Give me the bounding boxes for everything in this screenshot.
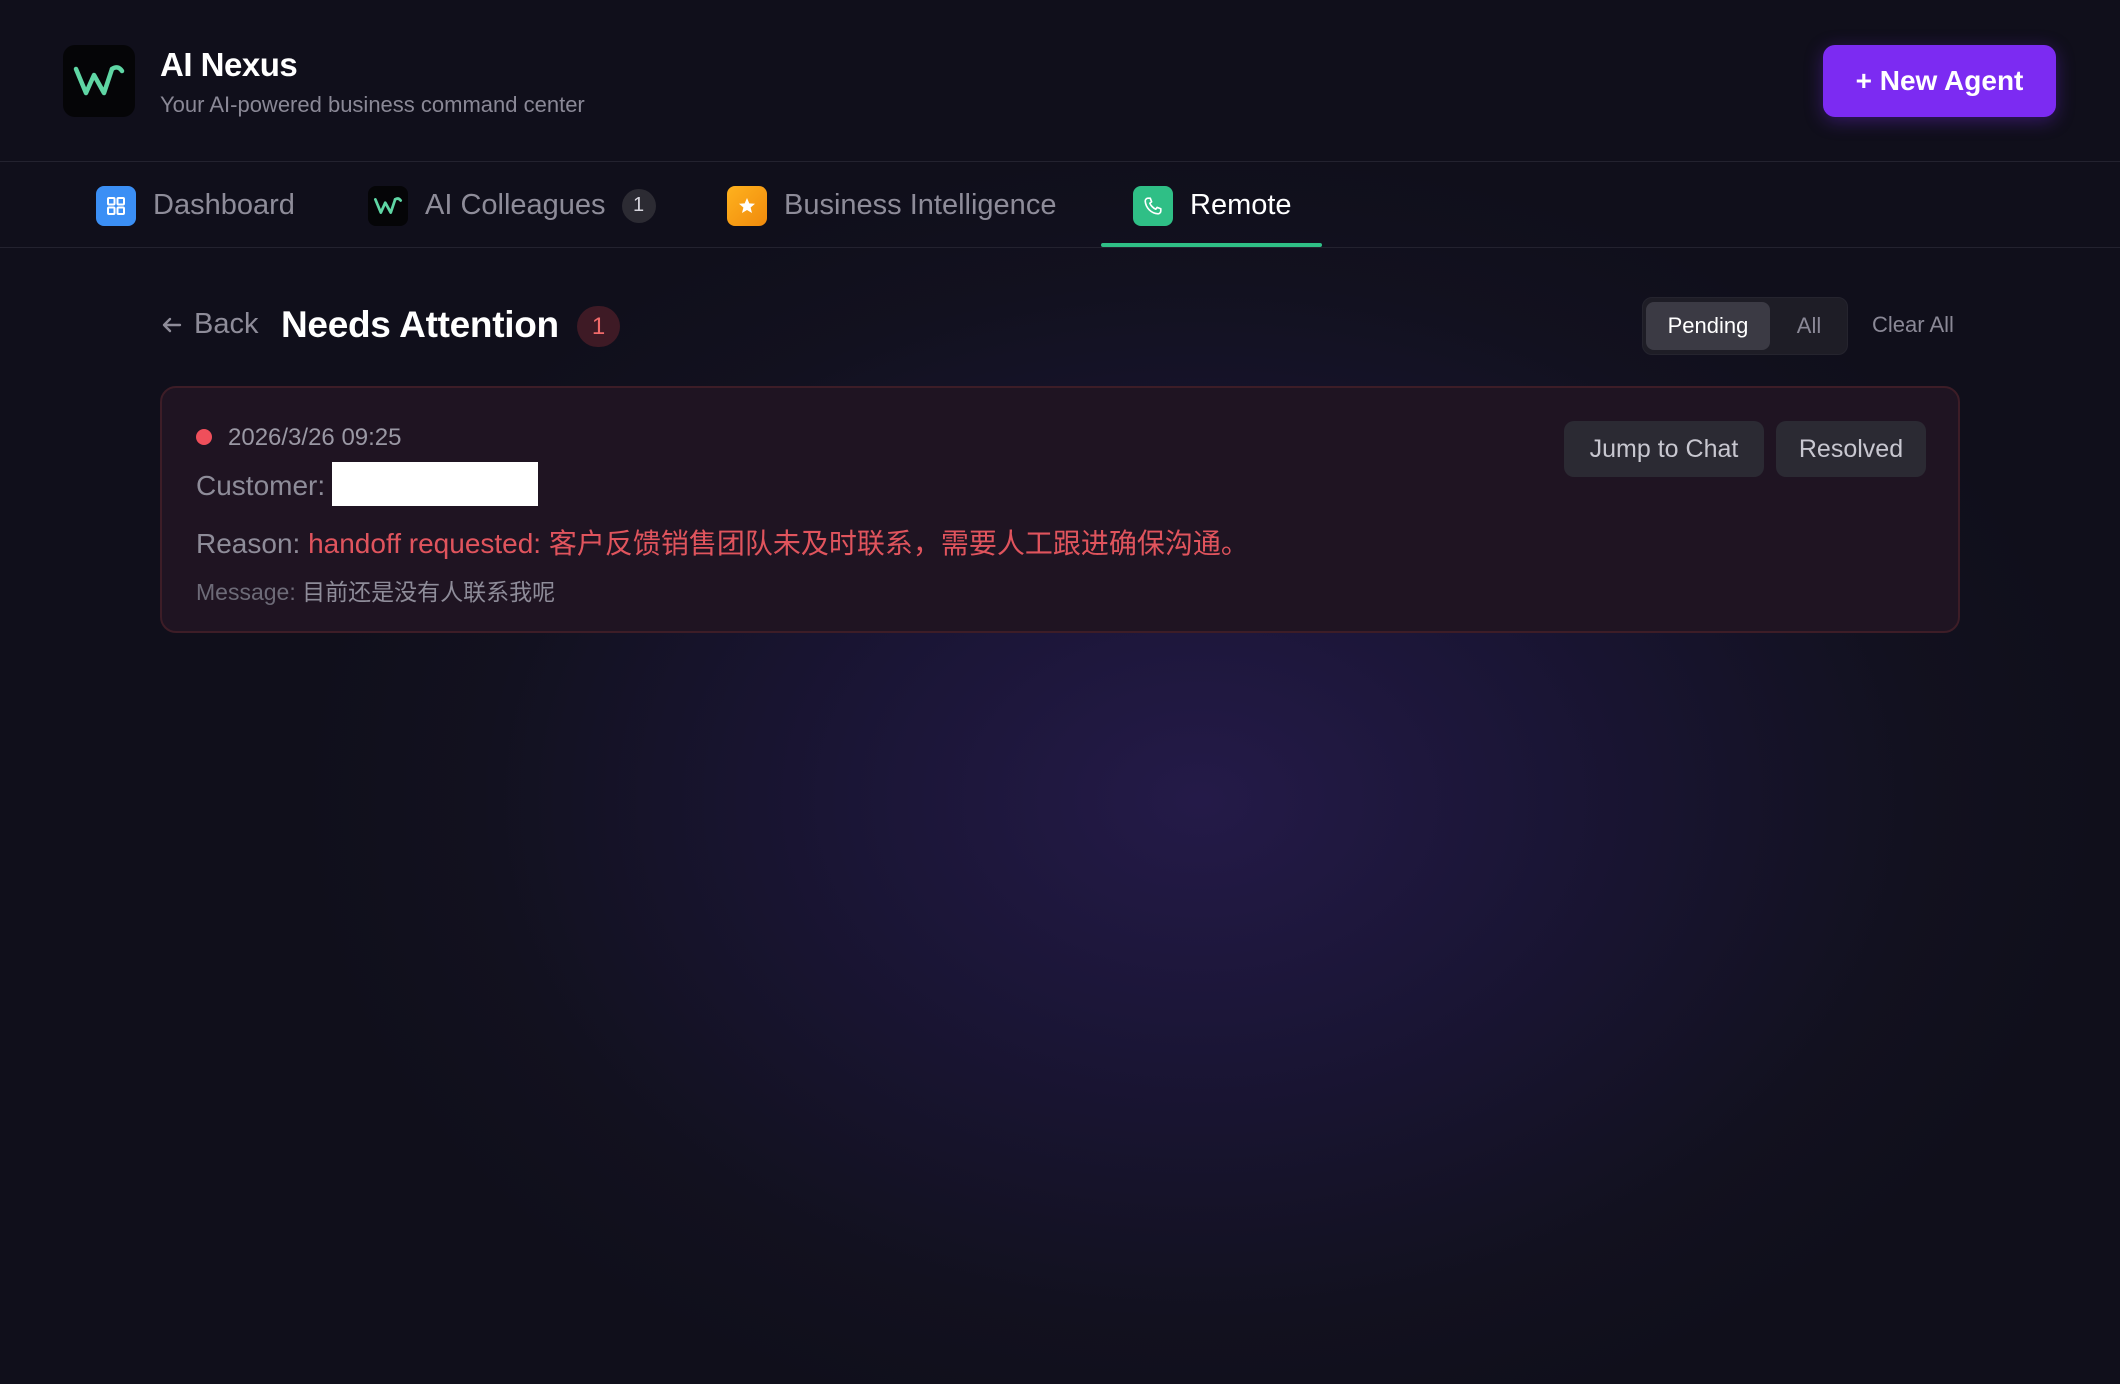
reason-label: Reason:	[196, 528, 301, 559]
customer-label: Customer:	[196, 470, 326, 501]
tab-label: Remote	[1190, 189, 1292, 221]
tab-label: AI Colleagues	[425, 189, 606, 221]
tab-label: Dashboard	[153, 189, 295, 221]
new-agent-button[interactable]: + New Agent	[1823, 45, 2056, 117]
tab-label: Business Intelligence	[784, 189, 1057, 221]
customer-name-redacted	[332, 462, 538, 506]
filter-all[interactable]: All	[1774, 302, 1844, 350]
app-logo	[63, 45, 135, 117]
alert-message: Message: 目前还是没有人联系我呢	[196, 573, 555, 607]
active-tab-indicator	[1101, 243, 1322, 247]
back-label: Back	[194, 308, 259, 340]
message-text: 目前还是没有人联系我呢	[302, 579, 556, 605]
alert-timestamp: 2026/3/26 09:25	[228, 424, 402, 451]
app-header: AI Nexus Your AI-powered business comman…	[0, 0, 2120, 162]
arrow-left-icon	[162, 317, 182, 332]
status-filter: Pending All	[1642, 297, 1848, 355]
tab-count-badge: 1	[621, 188, 656, 223]
main-tabs: Dashboard AI Colleagues 1 Business Intel…	[0, 163, 2120, 248]
page-title: Needs Attention	[281, 304, 559, 345]
tab-dashboard[interactable]: Dashboard	[96, 163, 295, 248]
wave-logo-icon	[368, 185, 408, 226]
jump-to-chat-button[interactable]: Jump to Chat	[1564, 421, 1764, 477]
tab-ai-colleagues[interactable]: AI Colleagues 1	[368, 163, 656, 248]
resolved-button[interactable]: Resolved	[1776, 421, 1926, 477]
phone-icon	[1133, 185, 1173, 226]
tab-business-intelligence[interactable]: Business Intelligence	[727, 163, 1056, 248]
message-label: Message:	[196, 579, 296, 605]
alert-reason: Reason: handoff requested: 客户反馈销售团队未及时联系…	[196, 522, 1249, 562]
reason-text: handoff requested: 客户反馈销售团队未及时联系，需要人工跟进确…	[308, 528, 1249, 559]
attention-card: 2026/3/26 09:25 Customer: Reason: handof…	[160, 386, 1960, 633]
filter-pending[interactable]: Pending	[1646, 302, 1770, 350]
star-icon	[727, 185, 767, 226]
dashboard-icon	[96, 185, 136, 226]
app-subtitle: Your AI-powered business command center	[160, 92, 585, 117]
wave-logo-icon	[73, 65, 125, 96]
clear-all-button[interactable]: Clear All	[1872, 312, 1954, 338]
tab-remote[interactable]: Remote	[1133, 163, 1292, 248]
attention-count-badge: 1	[577, 306, 620, 347]
status-dot	[196, 429, 212, 445]
back-button[interactable]: Back	[160, 308, 258, 341]
app-title: AI Nexus	[160, 46, 298, 83]
